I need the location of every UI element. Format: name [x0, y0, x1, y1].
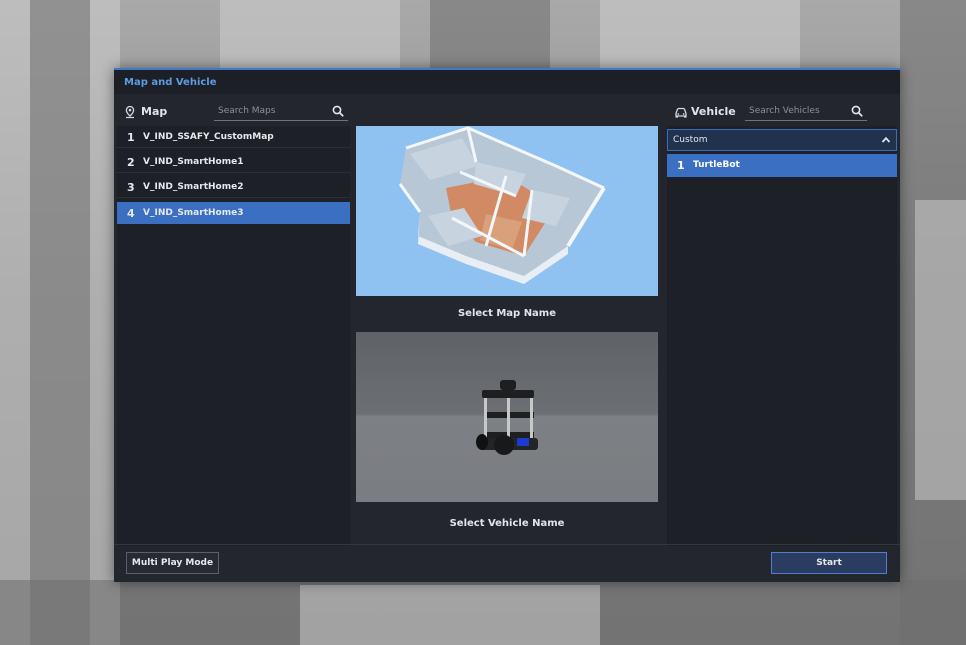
- map-item-name: V_IND_SmartHome2: [143, 182, 244, 192]
- dialog-title: Map and Vehicle: [124, 77, 217, 88]
- multi-play-mode-button[interactable]: Multi Play Mode: [126, 552, 219, 574]
- map-list: 1 V_IND_SSAFY_CustomMap 2 V_IND_SmartHom…: [117, 126, 350, 546]
- map-search-input[interactable]: [214, 102, 348, 120]
- map-section-header: Map: [117, 100, 350, 124]
- map-list-item[interactable]: 2 V_IND_SmartHome1: [117, 151, 350, 173]
- vehicle-preview-caption: Select Vehicle Name: [449, 518, 565, 529]
- divider: [117, 147, 350, 148]
- search-icon[interactable]: [332, 105, 344, 117]
- footer-divider: [114, 544, 900, 545]
- vehicle-item-name: TurtleBot: [693, 160, 740, 170]
- map-item-name: V_IND_SmartHome1: [143, 157, 244, 167]
- vehicle-search-input[interactable]: [745, 102, 867, 120]
- vehicle-item-number: 1: [677, 159, 685, 172]
- map-item-number: 3: [127, 181, 135, 194]
- map-item-name: V_IND_SSAFY_CustomMap: [143, 132, 274, 142]
- map-search-box: [214, 102, 348, 121]
- map-vehicle-dialog: Map and Vehicle Map 1 V_IND_SSAFY_Custom…: [114, 68, 900, 582]
- car-icon: [675, 107, 687, 118]
- vehicle-section-header: Vehicle: [667, 100, 897, 124]
- vehicle-section-label: Vehicle: [691, 105, 736, 118]
- search-icon[interactable]: [851, 105, 863, 117]
- map-list-item-selected[interactable]: 4 V_IND_SmartHome3: [117, 202, 350, 224]
- map-item-number: 2: [127, 156, 135, 169]
- chevron-up-icon[interactable]: [881, 135, 891, 145]
- map-item-number: 4: [127, 207, 135, 220]
- start-button[interactable]: Start: [771, 552, 887, 574]
- vehicle-category-value: Custom: [673, 135, 708, 145]
- title-bar: Map and Vehicle: [114, 70, 900, 94]
- map-preview-caption: Select Map Name: [457, 308, 557, 319]
- divider: [117, 197, 350, 198]
- vehicle-list-item-selected[interactable]: 1 TurtleBot: [667, 154, 897, 177]
- map-preview-image: [356, 126, 658, 296]
- vehicle-list: Custom 1 TurtleBot: [667, 126, 897, 546]
- map-item-name: V_IND_SmartHome3: [143, 208, 244, 218]
- map-pin-icon: [125, 105, 135, 119]
- map-item-number: 1: [127, 131, 135, 144]
- vehicle-category-dropdown[interactable]: Custom: [667, 129, 897, 151]
- map-list-item[interactable]: 3 V_IND_SmartHome2: [117, 176, 350, 198]
- map-list-item[interactable]: 1 V_IND_SSAFY_CustomMap: [117, 126, 350, 148]
- divider: [117, 172, 350, 173]
- map-section-label: Map: [141, 105, 168, 118]
- vehicle-preview-image: [356, 332, 658, 502]
- vehicle-search-box: [745, 102, 867, 121]
